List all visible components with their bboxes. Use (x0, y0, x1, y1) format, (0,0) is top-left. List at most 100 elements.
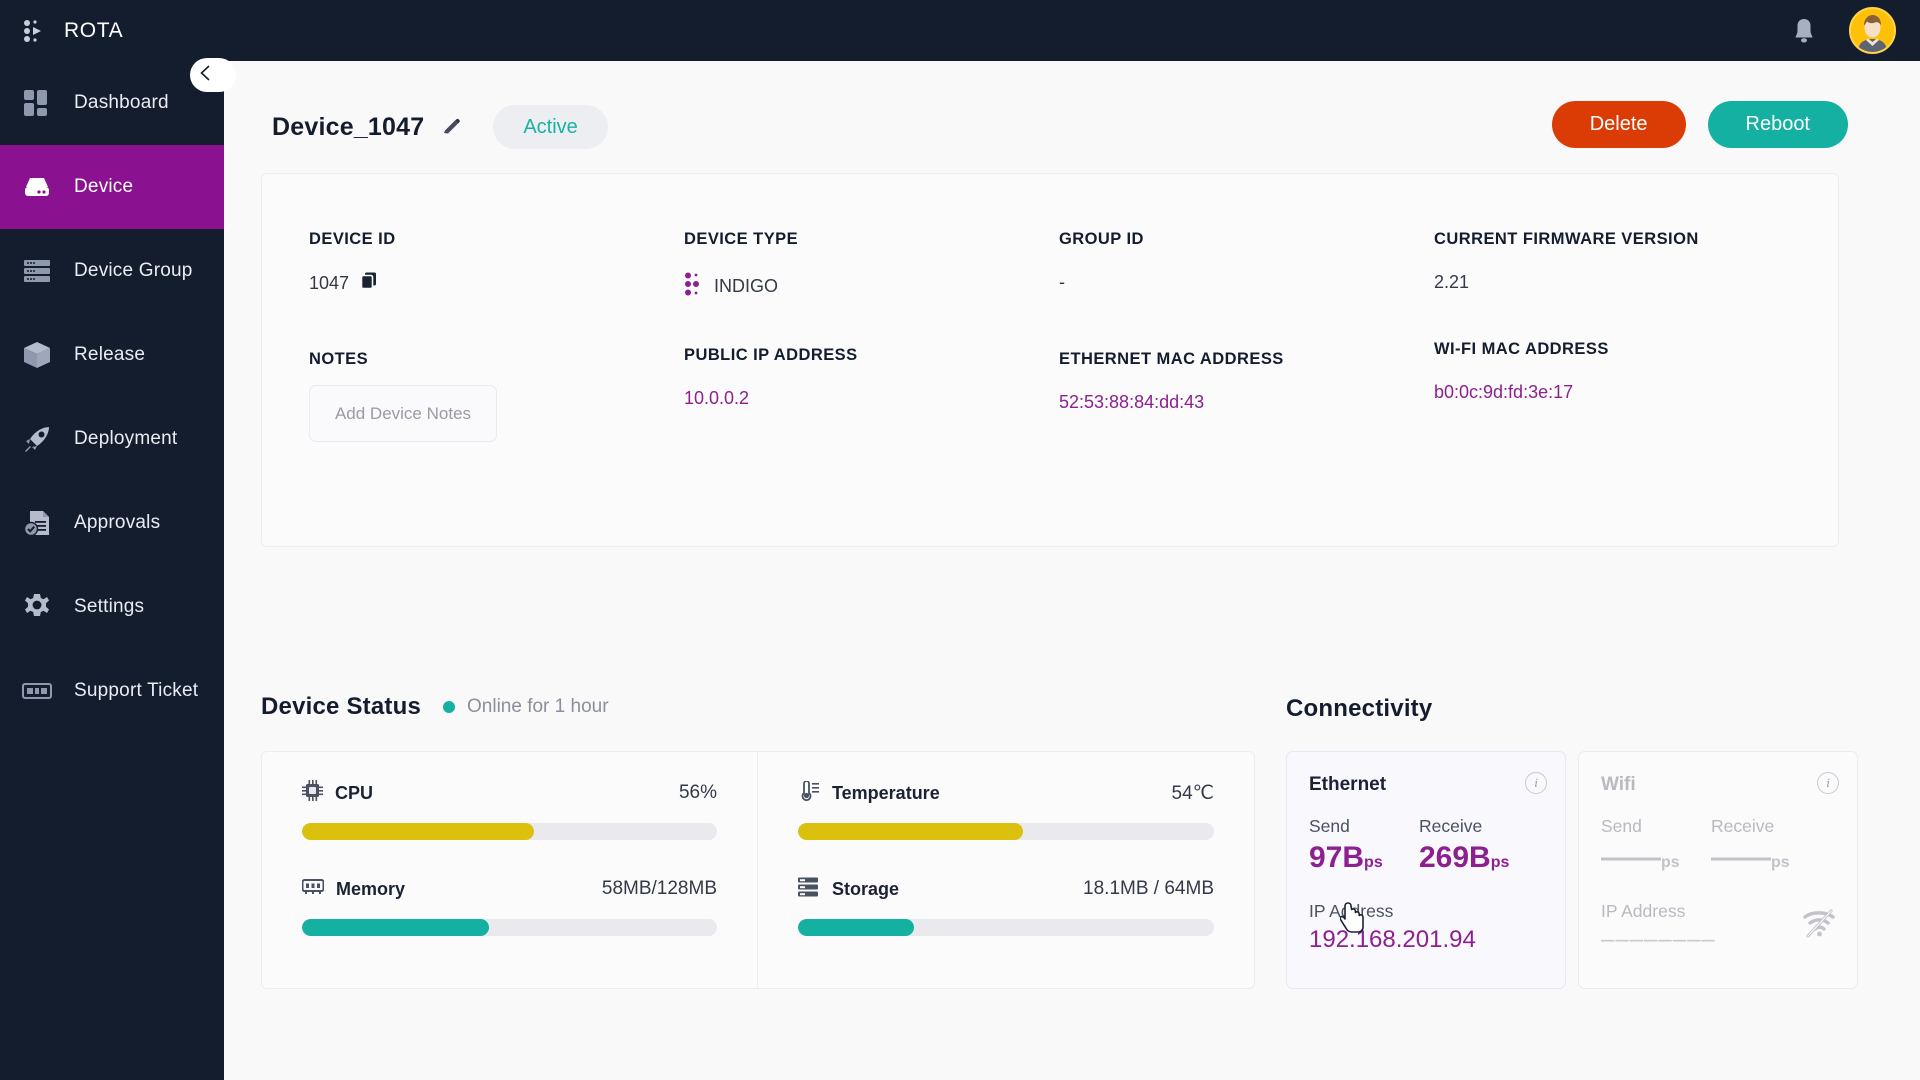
connectivity-card-ethernet[interactable]: Ethernet i Send 97Bps Receive 269Bps IP … (1286, 751, 1566, 989)
metric-memory: Memory 58MB/128MB (301, 876, 717, 936)
info-cell-group-id: GROUP ID - (1059, 230, 1434, 301)
connectivity-card-wifi[interactable]: Wifi i Send ——ps Receive ——ps IP Address… (1578, 751, 1858, 989)
brand-name: ROTA (64, 18, 124, 42)
sidebar-item-label: Deployment (74, 428, 178, 449)
send-unit: ps (1364, 854, 1383, 871)
info-value: INDIGO (684, 272, 1059, 301)
wifi-mac-value[interactable]: b0:0c:9d:fd:3e:17 (1434, 382, 1809, 403)
device-group-icon (22, 256, 52, 286)
user-avatar[interactable] (1849, 7, 1896, 54)
info-cell-ethernet-mac: ETHERNET MAC ADDRESS 52:53:88:84:dd:43 (1059, 350, 1434, 413)
metric-storage: Storage 18.1MB / 64MB (798, 876, 1214, 936)
info-cell-firmware-version: CURRENT FIRMWARE VERSION 2.21 (1434, 230, 1809, 301)
header-action-buttons: Delete Reboot (1551, 101, 1848, 148)
send-unit: ps (1661, 854, 1680, 871)
metrics-column-left: CPU 56% Memory 58MB/128MB (262, 752, 758, 988)
chevron-left-icon (198, 64, 213, 87)
ethernet-mac-value[interactable]: 52:53:88:84:dd:43 (1059, 392, 1434, 413)
sidebar-navigation: Dashboard Device Device Group Release De… (0, 61, 224, 1080)
metric-progress-track (798, 919, 1214, 936)
ip-address-label: IP Address (1309, 901, 1394, 921)
sidebar-collapse-button[interactable] (190, 58, 236, 92)
sidebar-item-device[interactable]: Device (0, 145, 224, 229)
metric-progress-fill (302, 919, 489, 936)
receive-unit: ps (1771, 854, 1790, 871)
sidebar-item-settings[interactable]: Settings (0, 565, 224, 649)
sidebar-item-release[interactable]: Release (0, 313, 224, 397)
receive-value: ——ps (1711, 841, 1821, 875)
add-device-notes-button[interactable]: Add Device Notes (309, 385, 497, 442)
connectivity-cards: Ethernet i Send 97Bps Receive 269Bps IP … (1286, 751, 1858, 989)
ethernet-receive: Receive 269Bps (1419, 816, 1529, 875)
metrics-column-right: Temperature 54℃ Storage 18.1MB / 64MB (758, 752, 1254, 988)
thermometer-icon (798, 779, 820, 806)
status-badge[interactable]: Active (493, 105, 608, 149)
online-status-text: Online for 1 hour (467, 696, 609, 717)
public-ip-value[interactable]: 10.0.0.2 (684, 388, 1059, 409)
send-value: 97Bps (1309, 841, 1419, 875)
document-check-icon (22, 508, 52, 538)
info-cell-wifi-mac: WI-FI MAC ADDRESS b0:0c:9d:fd:3e:17 (1434, 340, 1809, 403)
brand[interactable]: ROTA (22, 18, 212, 44)
device-server-icon (22, 172, 52, 202)
storage-disk-icon (798, 877, 820, 902)
metric-progress-track (798, 823, 1214, 840)
receive-label: Receive (1711, 816, 1775, 836)
connectivity-card-title: Ethernet (1309, 774, 1387, 795)
sidebar-item-label: Settings (74, 596, 145, 617)
info-label: GROUP ID (1059, 230, 1144, 248)
sidebar-item-approvals[interactable]: Approvals (0, 481, 224, 565)
main-content: Device_1047 Active Delete Reboot DEVICE … (224, 61, 1920, 1080)
reboot-button[interactable]: Reboot (1707, 101, 1848, 148)
sidebar-item-support-ticket[interactable]: Support Ticket (0, 649, 224, 733)
metric-cpu: CPU 56% (302, 780, 717, 840)
sidebar-item-label: Approvals (74, 512, 161, 533)
device-status-title: Device Status (261, 693, 422, 720)
info-cell-notes: NOTES Add Device Notes (309, 350, 684, 442)
group-id-value: - (1059, 272, 1065, 292)
info-label: CURRENT FIRMWARE VERSION (1434, 230, 1699, 248)
send-label: Send (1309, 816, 1350, 836)
cpu-chip-icon (302, 780, 323, 806)
firmware-version-value: 2.21 (1434, 272, 1470, 292)
info-label: NOTES (309, 350, 369, 368)
metric-temperature: Temperature 54℃ (798, 779, 1214, 840)
online-status: Online for 1 hour (443, 696, 609, 718)
page-header: Device_1047 Active Delete Reboot (224, 61, 1920, 153)
pencil-icon[interactable] (442, 118, 461, 137)
info-cell-public-ip: PUBLIC IP ADDRESS 10.0.0.2 (684, 346, 1059, 409)
wifi-off-icon (1801, 907, 1839, 944)
bell-icon[interactable] (1791, 17, 1817, 45)
topbar-right-actions (1791, 0, 1896, 61)
dashboard-grid-icon (22, 88, 52, 118)
receive-number: —— (1711, 841, 1771, 874)
device-id-value: 1047 (309, 272, 350, 293)
indigo-dots-icon (684, 272, 702, 301)
info-cell-device-id: DEVICE ID 1047 (309, 230, 684, 301)
sidebar-item-label: Device (74, 176, 134, 197)
send-label: Send (1601, 816, 1642, 836)
page-title: Device_1047 (272, 112, 425, 141)
metric-progress-track (302, 919, 717, 936)
send-number: —— (1601, 841, 1661, 874)
sidebar-item-label: Dashboard (74, 92, 169, 113)
ip-address-value[interactable]: 192.168.201.94 (1309, 926, 1545, 954)
copy-icon[interactable] (360, 272, 377, 294)
info-circle-icon[interactable]: i (1817, 772, 1839, 794)
info-circle-icon[interactable]: i (1525, 772, 1547, 794)
sidebar-item-label: Release (74, 344, 146, 365)
info-label: ETHERNET MAC ADDRESS (1059, 350, 1284, 368)
delete-button[interactable]: Delete (1551, 101, 1686, 148)
metric-value: 56% (678, 782, 717, 803)
metric-value: 54℃ (1171, 782, 1214, 804)
receive-value: 269Bps (1419, 841, 1529, 875)
metric-value: 58MB/128MB (601, 878, 717, 899)
sidebar-item-deployment[interactable]: Deployment (0, 397, 224, 481)
metric-label: Temperature (832, 782, 940, 803)
gear-icon (22, 592, 52, 622)
metric-progress-fill (798, 823, 1023, 840)
rota-dots-icon (22, 18, 48, 44)
sidebar-item-device-group[interactable]: Device Group (0, 229, 224, 313)
package-box-icon (22, 340, 52, 370)
sidebar-item-label: Support Ticket (74, 680, 199, 701)
